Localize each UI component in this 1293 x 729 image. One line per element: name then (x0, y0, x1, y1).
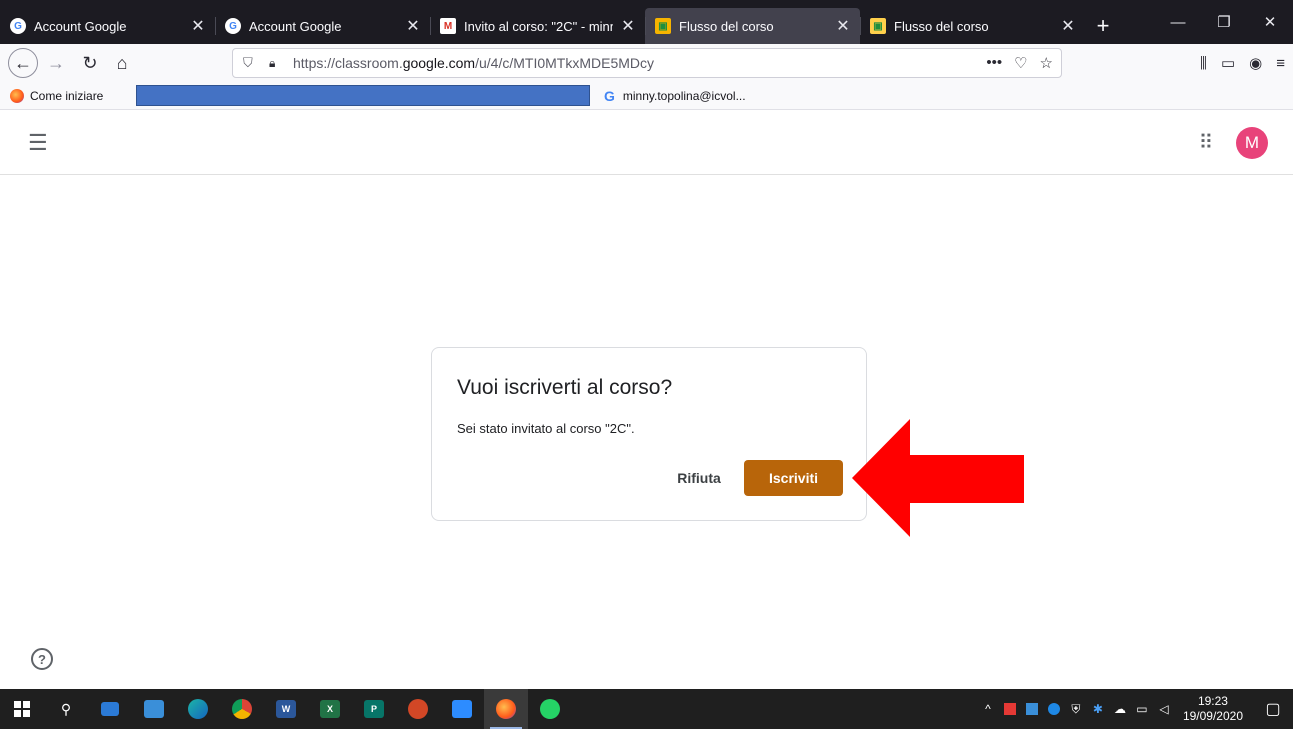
minimize-icon[interactable]: — (1155, 0, 1201, 44)
tab-account-google-2[interactable]: G Account Google ✕ (215, 8, 430, 44)
excel-icon[interactable]: X (308, 689, 352, 729)
classroom-icon: ▣ (655, 18, 671, 34)
library-icon[interactable]: ⫼ (1200, 55, 1207, 72)
url-bar[interactable]: ⛉ 🔒︎ https://classroom.google.com/u/4/c/… (232, 48, 1062, 78)
volume-icon[interactable]: ◁ (1155, 700, 1173, 718)
clock-date: 19/09/2020 (1182, 709, 1243, 723)
dialog-message: Sei stato invitato al corso "2C". (457, 421, 635, 436)
bookmarks-toolbar: Come iniziare G minny.topolina@icvol... (0, 82, 1293, 110)
bookmark-label: minny.topolina@icvol... (622, 89, 746, 103)
close-icon[interactable]: ✕ (189, 16, 207, 36)
hamburger-menu-icon[interactable]: ≡ (1276, 55, 1285, 72)
classroom-header: ☰ ⠿ M (0, 111, 1293, 175)
tray-app-icon[interactable] (1001, 700, 1019, 718)
photos-icon[interactable] (132, 689, 176, 729)
tab-account-google-1[interactable]: G Account Google ✕ (0, 8, 215, 44)
close-icon[interactable]: ✕ (834, 16, 852, 36)
help-icon[interactable]: ? (31, 648, 53, 670)
tab-flusso-del-corso[interactable]: ▣ Flusso del corso ✕ (860, 8, 1085, 44)
forward-arrow-icon[interactable]: → (42, 49, 70, 77)
join-course-dialog: Vuoi iscriverti al corso? Sei stato invi… (431, 347, 867, 521)
bookmark-label: Come iniziare (30, 88, 104, 103)
tab-invito-corso[interactable]: M Invito al corso: "2C" - minny.t ✕ (430, 8, 645, 44)
home-icon[interactable]: ⌂ (108, 49, 136, 77)
remote-desktop-icon[interactable] (88, 689, 132, 729)
avatar[interactable]: M (1236, 127, 1268, 159)
tab-title: Flusso del corso (679, 18, 774, 34)
clock-time: 19:23 (1197, 694, 1228, 708)
network-icon[interactable]: ▭ (1133, 700, 1151, 718)
bookmark-star-icon[interactable]: ☆ (1040, 54, 1053, 72)
close-icon[interactable]: ✕ (404, 16, 422, 36)
sidebar-icon[interactable]: ▭ (1221, 54, 1235, 72)
chrome-icon[interactable] (220, 689, 264, 729)
defender-icon[interactable]: ⛨ (1067, 700, 1085, 718)
notifications-icon[interactable]: ▢ (1253, 689, 1293, 729)
tab-title: Account Google (34, 18, 127, 34)
word-icon[interactable]: W (264, 689, 308, 729)
tray-app-icon[interactable] (1023, 700, 1041, 718)
decline-button[interactable]: Rifiuta (667, 460, 731, 496)
google-icon: G (10, 18, 26, 34)
account-icon[interactable]: ◉ (1249, 54, 1262, 72)
url-text: https://classroom.google.com/u/4/c/MTI0M… (293, 55, 654, 71)
pocket-icon[interactable]: ♡ (1014, 54, 1027, 72)
red-arrow-icon (852, 419, 1024, 537)
chevron-up-icon[interactable]: ^ (979, 700, 997, 718)
close-icon[interactable]: ✕ (1059, 16, 1077, 36)
new-tab-button[interactable]: + (1085, 8, 1121, 44)
onedrive-icon[interactable]: ☁ (1111, 700, 1129, 718)
bookmark-come-iniziare[interactable]: Come iniziare (10, 88, 104, 103)
whatsapp-icon[interactable] (528, 689, 572, 729)
join-button[interactable]: Iscriviti (744, 460, 843, 496)
google-icon: G (225, 18, 241, 34)
dialog-title: Vuoi iscriverti al corso? (457, 376, 673, 399)
close-icon[interactable]: ✕ (619, 16, 637, 36)
tracking-shield-icon[interactable]: ⛉ (243, 55, 259, 71)
taskbar-clock[interactable]: 19:23 19/09/2020 (1183, 694, 1243, 724)
back-arrow-icon[interactable]: ← (8, 48, 38, 78)
windows-taskbar: ⚲ W X P ^ ⛨ ✱ ☁ ▭ ◁ 19:23 19/09/2020 ▢ (0, 689, 1293, 729)
firefox-icon (10, 88, 24, 103)
gmail-icon: M (440, 18, 456, 34)
page-actions-icon[interactable]: ••• (986, 54, 1002, 72)
google-icon: G (604, 88, 615, 104)
google-apps-icon[interactable]: ⠿ (1194, 131, 1218, 155)
windows-start-icon[interactable] (0, 689, 44, 729)
restore-icon[interactable]: ❐ (1201, 0, 1247, 44)
publisher-icon[interactable]: P (352, 689, 396, 729)
lock-icon[interactable]: 🔒︎ (269, 56, 285, 71)
main-menu-icon[interactable]: ☰ (28, 131, 52, 155)
search-icon[interactable]: ⚲ (44, 689, 88, 729)
tab-flusso-del-corso-active[interactable]: ▣ Flusso del corso ✕ (645, 8, 860, 44)
navigation-bar: ← → ↻ ⌂ ⛉ 🔒︎ https://classroom.google.co… (0, 44, 1293, 82)
powerpoint-icon[interactable] (396, 689, 440, 729)
close-window-icon[interactable]: ✕ (1247, 0, 1293, 44)
arrow-shape (852, 419, 1024, 537)
browser-tab-bar: G Account Google ✕ G Account Google ✕ M … (0, 0, 1293, 44)
tab-title: Account Google (249, 18, 342, 34)
window-controls: — ❐ ✕ (1155, 0, 1293, 44)
tab-title: Invito al corso: "2C" - minny.t (464, 18, 613, 34)
classroom-icon: ▣ (870, 18, 886, 34)
reload-icon[interactable]: ↻ (76, 49, 104, 77)
system-tray: ^ ⛨ ✱ ☁ ▭ ◁ 19:23 19/09/2020 ▢ (977, 689, 1293, 729)
bluetooth-icon[interactable]: ✱ (1089, 700, 1107, 718)
firefox-icon[interactable] (484, 689, 528, 729)
edge-icon[interactable] (176, 689, 220, 729)
bookmark-minny-account[interactable]: G minny.topolina@icvol... (604, 82, 746, 110)
tab-title: Flusso del corso (894, 18, 989, 34)
zoom-icon[interactable] (440, 689, 484, 729)
tray-app-icon[interactable] (1045, 700, 1063, 718)
redacted-bookmark (136, 85, 590, 106)
